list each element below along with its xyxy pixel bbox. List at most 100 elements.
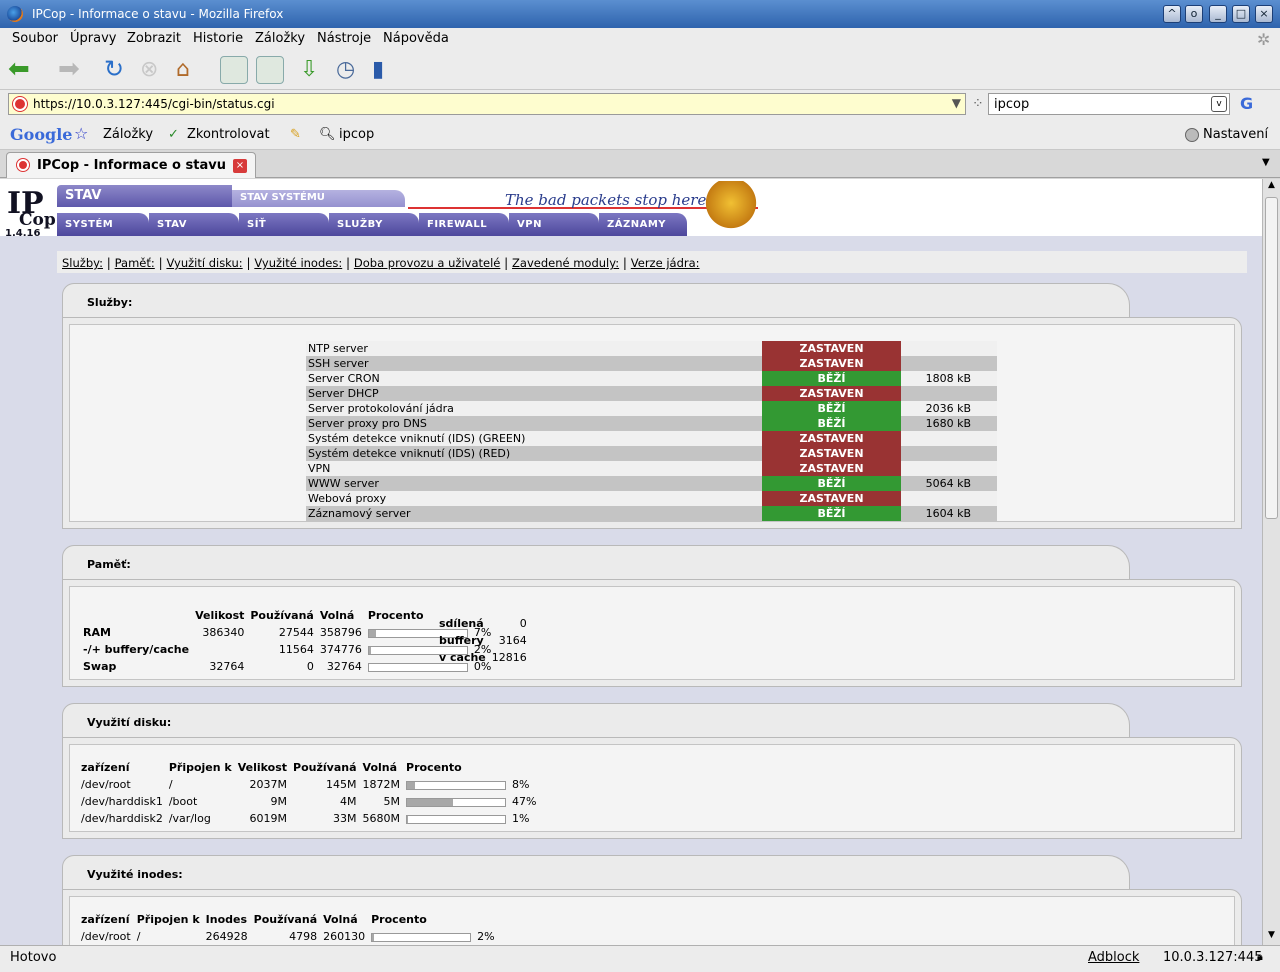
sticky-button[interactable]: o: [1185, 5, 1203, 23]
disk-header-cell: Používaná: [293, 761, 357, 774]
tab-close-icon[interactable]: ×: [233, 159, 247, 173]
anchor-modules[interactable]: Zavedené moduly:: [512, 256, 619, 270]
navigation-toolbar: ⬅ ➡ ↻ ⊗ ⌂ ⇩ ◷ ▮: [0, 50, 1280, 90]
site-identity-icon[interactable]: [13, 97, 27, 111]
service-row: Systém detekce vniknutí (IDS) (GREEN) ZAS…: [306, 431, 997, 446]
subnav-stav-systemu[interactable]: Stav systému: [232, 190, 405, 207]
service-row: Server DHCP ZASTAVEN: [306, 386, 997, 401]
usage-bar: [371, 932, 472, 942]
disk-row: /dev/harddisk2/var/log 6019M 33M 5680M 1%: [78, 810, 539, 827]
stop-icon[interactable]: ⊗: [140, 56, 168, 84]
anchor-sluzby[interactable]: Služby:: [62, 256, 103, 270]
vertical-scrollbar[interactable]: ▲ ▼: [1262, 179, 1280, 945]
search-input[interactable]: ipcop v: [988, 93, 1230, 115]
highlighter-icon[interactable]: ✎: [290, 127, 301, 142]
gbar-ipcop[interactable]: ipcop: [339, 127, 374, 142]
maximize-button[interactable]: □: [1232, 5, 1250, 23]
inodes-pct: 2%: [477, 930, 495, 943]
dropdown-icon[interactable]: ▼: [952, 96, 961, 110]
nav-zaznamy[interactable]: Záznamy: [599, 213, 687, 236]
usage-bar-fill: [372, 933, 375, 941]
gbar-zalozky[interactable]: Záložky: [103, 127, 153, 142]
status-text: Hotovo: [10, 950, 57, 965]
services-table: NTP server ZASTAVEN SSH server ZASTAVEN Serv…: [306, 341, 997, 521]
main-nav: Systém Stav Síť Služby Firewall VPN Zázn…: [57, 213, 687, 236]
mem-h-used: Používaná: [250, 609, 314, 622]
memory-free: 374776: [319, 643, 362, 656]
memory-title: Paměť:: [87, 558, 131, 571]
home-icon[interactable]: ⌂: [176, 56, 204, 84]
scroll-thumb[interactable]: [1265, 197, 1278, 519]
adblock-button[interactable]: Adblock: [1088, 950, 1139, 965]
throbber-icon: ✲: [1257, 30, 1271, 49]
menu-nastroje[interactable]: Nástroje: [317, 31, 371, 46]
star-icon[interactable]: ☆: [74, 124, 88, 143]
memory-label: Swap: [83, 660, 117, 673]
menu-bar: Soubor Úpravy Zobrazit Historie Záložky …: [0, 28, 1280, 50]
service-name: Systém detekce vniknutí (IDS) (GREEN): [306, 431, 762, 446]
usage-bar-fill: [368, 629, 376, 637]
disk-table: zařízení Připojen k Velikost Používaná Volná…: [78, 759, 539, 827]
service-memory: [901, 446, 997, 461]
service-status: ZASTAVEN: [762, 461, 901, 476]
anchor-disk[interactable]: Využití disku:: [166, 256, 242, 270]
menu-napoveda[interactable]: Nápověda: [383, 31, 449, 46]
services-inner: NTP server ZASTAVEN SSH server ZASTAVEN Serv…: [69, 324, 1235, 522]
anchor-pamet[interactable]: Paměť:: [115, 256, 155, 270]
service-memory: 2036 kB: [901, 401, 997, 416]
menu-historie[interactable]: Historie: [193, 31, 243, 46]
nav-label: Stav: [157, 219, 188, 230]
spellcheck-icon[interactable]: ✓: [168, 127, 179, 142]
services-body: NTP server ZASTAVEN SSH server ZASTAVEN Serv…: [62, 317, 1242, 529]
forward-icon[interactable]: ➡: [58, 56, 86, 84]
anchor-uptime[interactable]: Doba provozu a uživatelé: [354, 256, 500, 270]
nav-stav[interactable]: Stav: [149, 213, 239, 236]
tab-list-icon[interactable]: ▼: [1262, 157, 1270, 168]
google-logo-icon[interactable]: Google: [10, 125, 72, 144]
service-row: VPN ZASTAVEN: [306, 461, 997, 476]
nav-sit[interactable]: Síť: [239, 213, 329, 236]
usage-bar: [406, 814, 507, 824]
nav-firewall[interactable]: Firewall: [419, 213, 509, 236]
gbar-nastaveni[interactable]: Nastavení: [1203, 127, 1268, 142]
gbar-zkontrolovat[interactable]: Zkontrolovat: [187, 127, 270, 142]
ipcop-logo: IP Cop 1.4.16: [5, 186, 56, 239]
settings-icon[interactable]: [1185, 128, 1199, 142]
menu-upravy[interactable]: Úpravy: [70, 31, 116, 46]
minimize-button[interactable]: _: [1209, 5, 1227, 23]
anchor-links: Služby: | Paměť: | Využití disku: | Využ…: [57, 251, 1247, 273]
bookmarks-icon[interactable]: ▮: [372, 56, 400, 84]
anchor-kernel[interactable]: Verze jádra:: [631, 256, 700, 270]
disk-header-cell: Procento: [406, 761, 462, 774]
reload-icon[interactable]: ↻: [104, 56, 132, 84]
service-name: Server DHCP: [306, 386, 762, 401]
scroll-up-icon[interactable]: ▲: [1264, 180, 1279, 194]
history-icon[interactable]: ◷: [336, 56, 364, 84]
scroll-down-icon[interactable]: ▼: [1264, 930, 1279, 944]
lock-icon[interactable]: 🔒︎: [1257, 950, 1263, 964]
disk-device: /dev/harddisk2: [81, 812, 163, 825]
download-icon[interactable]: ⇩: [300, 56, 328, 84]
nav-vpn[interactable]: VPN: [509, 213, 599, 236]
menu-soubor[interactable]: Soubor: [12, 31, 58, 46]
menu-zalozky[interactable]: Záložky: [255, 31, 305, 46]
memory-body: Velikost Používaná Volná Procento RAM 386…: [62, 579, 1242, 687]
memory-size: 386340: [202, 626, 245, 639]
inodes-inner: zařízení Připojen k Inodes Používaná Volná Pr…: [69, 896, 1235, 945]
anchor-inodes[interactable]: Využité inodes:: [254, 256, 342, 270]
disk-bar-cell: [403, 776, 509, 793]
search-dropdown-icon[interactable]: v: [1211, 96, 1227, 112]
nav-sluzby[interactable]: Služby: [329, 213, 419, 236]
shade-button[interactable]: ^: [1163, 5, 1181, 23]
google-search-engine-icon[interactable]: G: [1240, 94, 1253, 113]
service-name: WWW server: [306, 476, 762, 491]
back-icon[interactable]: ⬅: [8, 56, 36, 84]
close-button[interactable]: ×: [1255, 5, 1273, 23]
tab-active[interactable]: IPCop - Informace o stavu ×: [6, 152, 256, 178]
menu-zobrazit[interactable]: Zobrazit: [127, 31, 181, 46]
new-tab-icon[interactable]: [220, 56, 248, 84]
new-window-icon[interactable]: [256, 56, 284, 84]
nav-system[interactable]: Systém: [57, 213, 149, 236]
url-input[interactable]: https://10.0.3.127:445/cgi-bin/status.cg…: [8, 93, 966, 115]
service-memory: 1680 kB: [901, 416, 997, 431]
